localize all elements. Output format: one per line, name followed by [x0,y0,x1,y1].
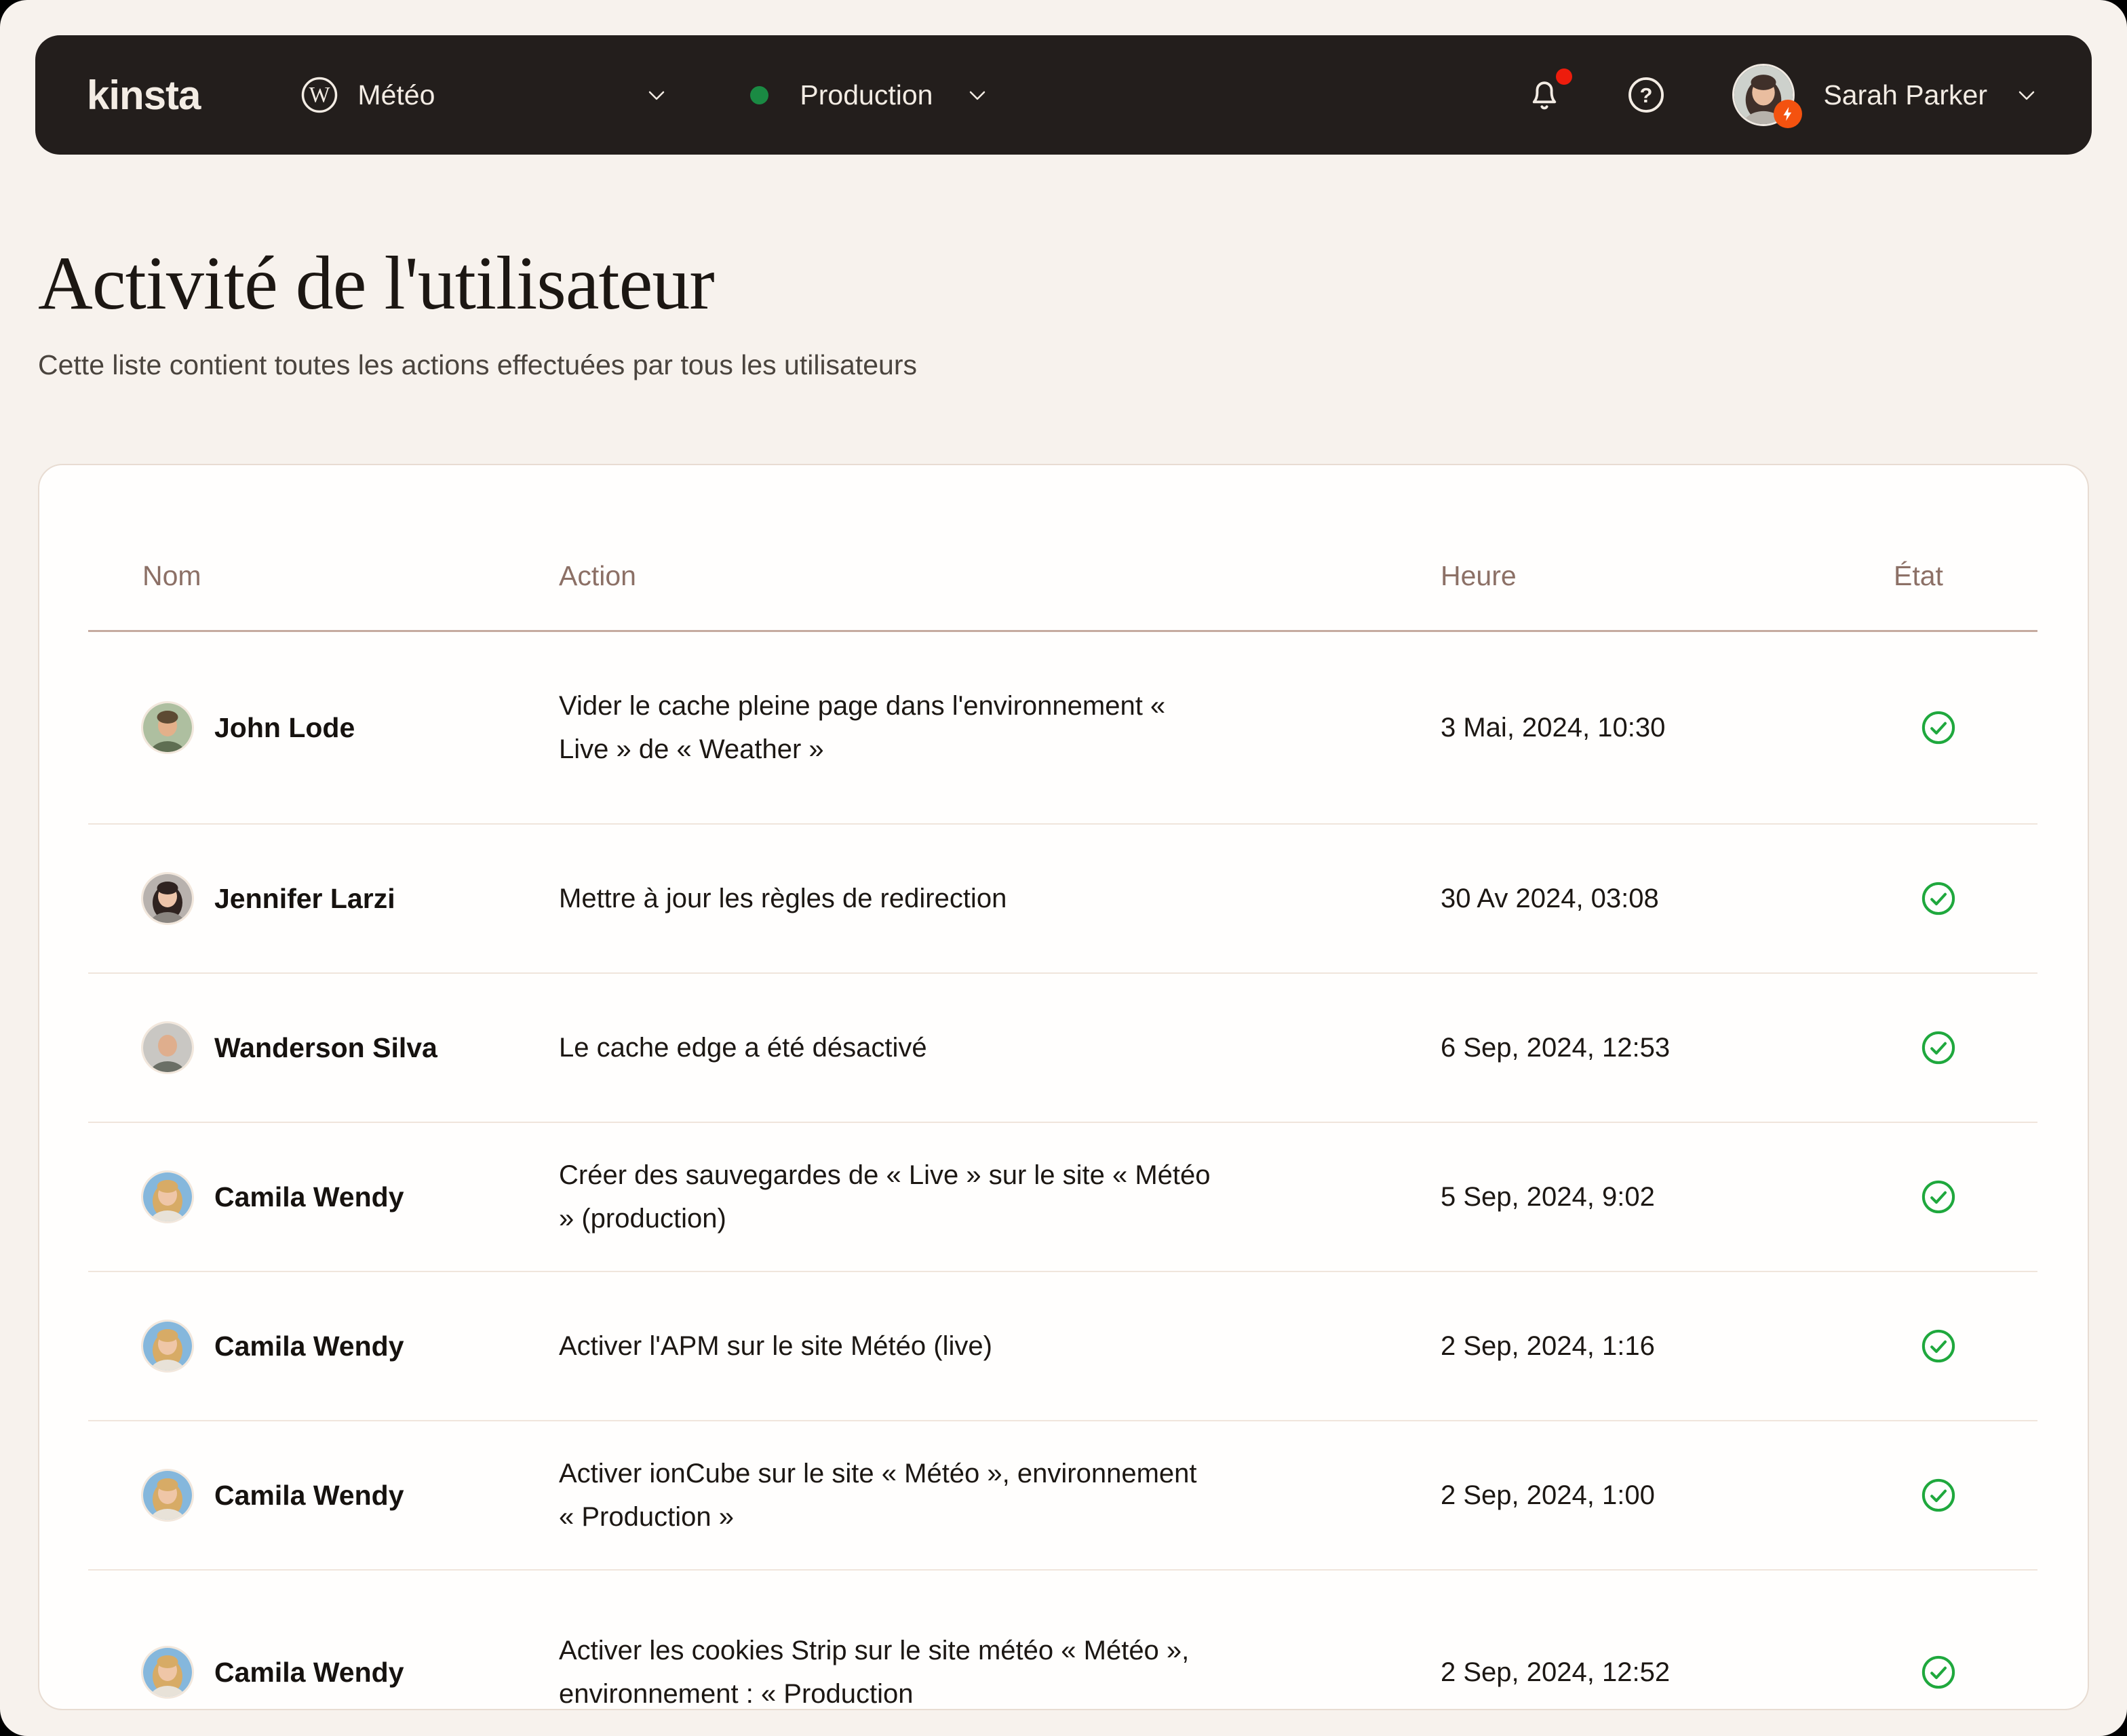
svg-text:W: W [309,83,330,108]
action-description: Activer les cookies Strip sur le site mé… [559,1629,1217,1710]
action-cell: Activer ionCube sur le site « Météo », e… [559,1452,1441,1539]
user-name: Camila Wendy [214,1480,404,1512]
status-cell [1894,1478,2037,1513]
action-cell: Le cache edge a été désactivé [559,1026,1441,1069]
user-cell: Camila Wendy [88,1170,559,1223]
user-name: Camila Wendy [214,1330,404,1362]
action-cell: Vider le cache pleine page dans l'enviro… [559,684,1441,771]
action-description: Créer des sauvegardes de « Live » sur le… [559,1153,1217,1240]
success-check-icon [1921,1179,2037,1215]
table-row: Camila Wendy Créer des sauvegardes de « … [88,1123,2037,1272]
success-check-icon [1921,1655,2037,1690]
main-content: Activité de l'utilisateur Cette liste co… [0,0,2127,1710]
site-selector-label: Météo [357,79,435,111]
action-description: Le cache edge a été désactivé [559,1026,1217,1069]
site-selector-dropdown[interactable]: W Météo [300,76,670,114]
user-cell: Camila Wendy [88,1469,559,1522]
user-cell: Wanderson Silva [88,1021,559,1074]
timestamp: 3 Mai, 2024, 10:30 [1441,713,1894,743]
table-row: Camila Wendy Activer ionCube sur le site… [88,1421,2037,1571]
user-avatar [141,1021,194,1074]
success-check-icon [1921,1478,2037,1513]
user-avatar [141,1320,194,1373]
user-cell: Camila Wendy [88,1646,559,1699]
environment-label: Production [800,79,933,111]
column-header-nom: Nom [88,560,559,592]
user-avatar [141,1646,194,1699]
status-cell [1894,1030,2037,1065]
kinsta-logo[interactable]: kinsta [87,72,200,119]
table-header-row: Nom Action Heure État [88,465,2037,632]
table-row: Jennifer Larzi Mettre à jour les règles … [88,825,2037,974]
timestamp: 6 Sep, 2024, 12:53 [1441,1033,1894,1063]
action-description: Activer l'APM sur le site Météo (live) [559,1324,1217,1368]
chevron-down-icon [643,81,670,108]
environment-status-dot [750,86,768,104]
status-cell [1894,881,2037,916]
success-check-icon [1921,881,2037,916]
column-header-action: Action [559,560,1441,592]
status-cell [1894,710,2037,745]
table-row: John Lode Vider le cache pleine page dan… [88,632,2037,825]
user-cell: Camila Wendy [88,1320,559,1373]
question-mark-icon: ? [1625,74,1667,116]
unread-notification-dot [1556,68,1572,85]
top-navigation-bar: kinsta W Météo Production [35,35,2092,155]
page-title: Activité de l'utilisateur [38,240,2089,328]
app-window: kinsta W Météo Production [0,0,2127,1736]
table-row: Wanderson Silva Le cache edge a été désa… [88,974,2037,1123]
table-row: Camila Wendy Activer les cookies Strip s… [88,1571,2037,1710]
status-cell [1894,1328,2037,1364]
svg-text:?: ? [1640,83,1653,107]
user-avatar [141,701,194,754]
user-name-label: Sarah Parker [1823,79,1987,111]
user-avatar [141,872,194,925]
user-name: Jennifer Larzi [214,883,395,915]
environment-selector-dropdown[interactable]: Production [750,79,991,111]
action-cell: Mettre à jour les règles de redirection [559,877,1441,920]
user-avatar [141,1469,194,1522]
user-avatar [141,1170,194,1223]
action-cell: Créer des sauvegardes de « Live » sur le… [559,1153,1441,1240]
timestamp: 2 Sep, 2024, 1:16 [1441,1331,1894,1362]
user-name: Wanderson Silva [214,1032,437,1064]
user-name: John Lode [214,712,355,744]
user-menu[interactable]: Sarah Parker [1732,64,2040,126]
user-name: Camila Wendy [214,1181,404,1213]
action-description: Mettre à jour les règles de redirection [559,877,1217,920]
activity-table-card: Nom Action Heure État [38,464,2089,1710]
lightning-bolt-badge [1774,100,1802,128]
user-cell: Jennifer Larzi [88,872,559,925]
timestamp: 30 Av 2024, 03:08 [1441,884,1894,914]
status-cell [1894,1655,2037,1690]
success-check-icon [1921,1030,2037,1065]
user-name: Camila Wendy [214,1657,404,1689]
action-cell: Activer les cookies Strip sur le site mé… [559,1629,1441,1710]
timestamp: 2 Sep, 2024, 1:00 [1441,1480,1894,1511]
notifications-button[interactable] [1523,74,1565,116]
success-check-icon [1921,1328,2037,1364]
timestamp: 2 Sep, 2024, 12:52 [1441,1657,1894,1688]
user-cell: John Lode [88,701,559,754]
chevron-down-icon [2013,81,2040,108]
action-description: Vider le cache pleine page dans l'enviro… [559,684,1217,771]
help-button[interactable]: ? [1625,74,1667,116]
chevron-down-icon [964,81,991,108]
wordpress-icon: W [300,76,338,114]
action-cell: Activer l'APM sur le site Météo (live) [559,1324,1441,1368]
column-header-etat: État [1894,560,2037,592]
timestamp: 5 Sep, 2024, 9:02 [1441,1182,1894,1212]
table-body: John Lode Vider le cache pleine page dan… [88,632,2037,1710]
success-check-icon [1921,710,2037,745]
page-subtitle: Cette liste contient toutes les actions … [38,349,2089,381]
action-description: Activer ionCube sur le site « Météo », e… [559,1452,1217,1539]
status-cell [1894,1179,2037,1215]
user-avatar [1732,64,1795,126]
table-row: Camila Wendy Activer l'APM sur le site M… [88,1272,2037,1421]
column-header-heure: Heure [1441,560,1894,592]
